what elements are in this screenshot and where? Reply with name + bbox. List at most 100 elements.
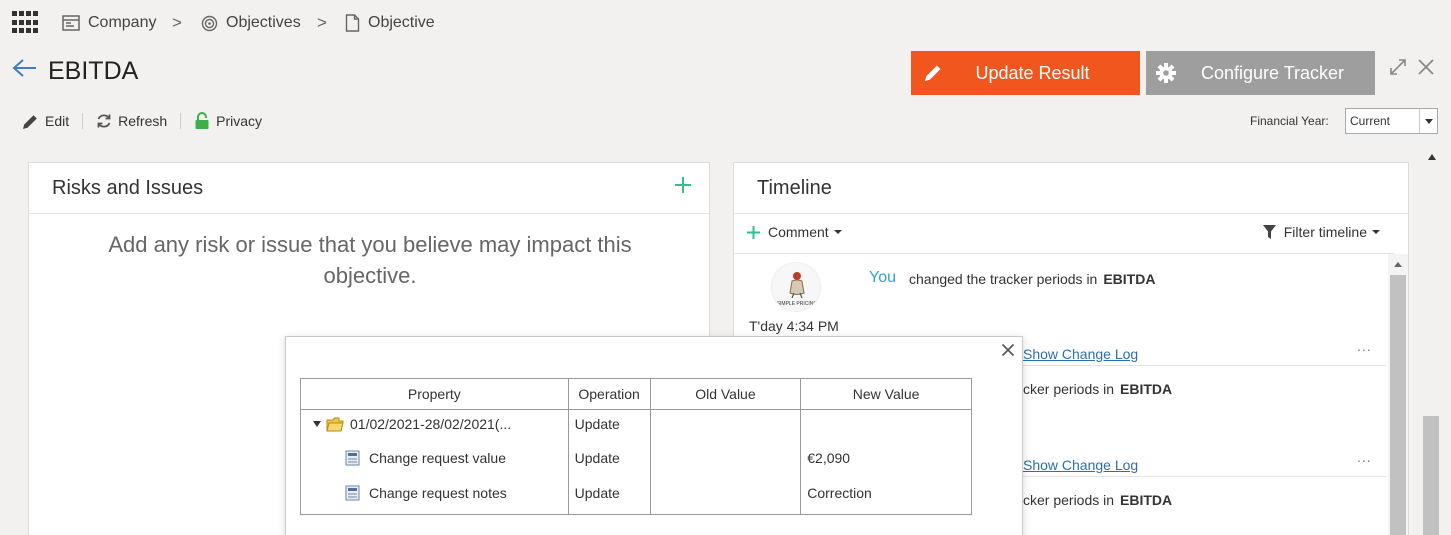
breadcrumb-label: Objectives bbox=[226, 14, 301, 31]
filter-timeline-button[interactable]: Filter timeline bbox=[1262, 224, 1380, 240]
financial-year-value: Current bbox=[1350, 114, 1391, 128]
privacy-button[interactable]: Privacy bbox=[194, 112, 262, 130]
add-risk-plus-icon[interactable] bbox=[674, 176, 692, 194]
breadcrumb-objective[interactable]: Objective bbox=[345, 14, 435, 32]
scroll-up-arrow-icon[interactable] bbox=[1393, 261, 1403, 268]
new-value-cell: Correction bbox=[800, 479, 972, 515]
show-change-log-link[interactable]: Show Change Log bbox=[1023, 346, 1138, 362]
configure-tracker-button[interactable]: Configure Tracker bbox=[1146, 51, 1375, 95]
operation-cell: Update bbox=[567, 479, 651, 515]
app-grid-icon[interactable] bbox=[12, 11, 38, 35]
close-icon[interactable] bbox=[1001, 343, 1015, 357]
risks-panel-header: Risks and Issues bbox=[29, 163, 709, 214]
timeline-target: EBITDA bbox=[1120, 492, 1173, 508]
collapse-triangle-icon[interactable] bbox=[313, 421, 321, 427]
edit-button[interactable]: Edit bbox=[22, 113, 69, 130]
refresh-icon bbox=[97, 114, 111, 128]
scroll-up-arrow-icon[interactable] bbox=[1427, 153, 1437, 161]
property-document-icon bbox=[345, 450, 360, 465]
operation-cell: Update bbox=[567, 409, 651, 445]
timeline-panel-title: Timeline bbox=[757, 177, 832, 199]
filter-timeline-label: Filter timeline bbox=[1283, 224, 1367, 240]
timeline-timestamp: T'day 4:34 PM bbox=[749, 318, 839, 334]
timeline-scrollbar-thumb[interactable] bbox=[1390, 275, 1406, 535]
top-bar: Company > Objectives > Objective bbox=[0, 0, 1451, 46]
new-value-cell: €2,090 bbox=[800, 444, 972, 480]
filter-funnel-icon bbox=[1262, 225, 1276, 239]
timeline-panel-header: Timeline bbox=[734, 163, 1408, 214]
pencil-icon bbox=[911, 51, 955, 95]
edit-label: Edit bbox=[45, 113, 70, 129]
user-avatar[interactable]: SIMPLE PRICING bbox=[771, 262, 821, 312]
property-document-icon bbox=[345, 485, 360, 500]
old-value-cell bbox=[649, 409, 802, 445]
timeline-entry-text: cker periods in EBITDA bbox=[1023, 381, 1172, 397]
document-icon bbox=[345, 14, 360, 32]
refresh-button[interactable]: Refresh bbox=[96, 113, 167, 129]
change-log-popup: Property Operation Old Value New Value 0… bbox=[285, 336, 1023, 535]
configure-tracker-label: Configure Tracker bbox=[1200, 62, 1345, 83]
privacy-label: Privacy bbox=[216, 113, 263, 129]
property-label: Change request notes bbox=[369, 484, 507, 501]
financial-year-label: Financial Year: bbox=[1250, 114, 1329, 128]
expand-icon[interactable] bbox=[1389, 58, 1407, 76]
breadcrumb-company[interactable]: Company bbox=[62, 14, 156, 32]
breadcrumb-objectives[interactable]: Objectives bbox=[201, 14, 301, 32]
property-label: 01/02/2021-28/02/2021(... bbox=[350, 416, 512, 432]
new-value-cell bbox=[800, 409, 972, 445]
toolbar-divider bbox=[82, 113, 84, 129]
timeline-scrollbar[interactable] bbox=[1388, 254, 1408, 535]
column-header-property: Property bbox=[300, 378, 569, 410]
show-change-log-link[interactable]: Show Change Log bbox=[1023, 457, 1138, 473]
breadcrumb-separator: > bbox=[317, 13, 327, 32]
breadcrumb-label: Objective bbox=[368, 14, 435, 31]
unlock-icon bbox=[195, 112, 209, 129]
more-options-icon[interactable]: ... bbox=[1357, 449, 1372, 465]
old-value-cell bbox=[649, 479, 802, 515]
toolbar-divider bbox=[180, 113, 182, 129]
timeline-entry-text: cker periods in EBITDA bbox=[1023, 492, 1172, 508]
comment-button[interactable]: Comment bbox=[746, 224, 842, 240]
timeline-action-text: cker periods in bbox=[1023, 492, 1115, 508]
risks-empty-message: Add any risk or issue that you believe m… bbox=[108, 232, 632, 288]
gear-icon bbox=[1146, 51, 1186, 95]
table-row: 01/02/2021-28/02/2021(... Update bbox=[300, 409, 972, 445]
timeline-entry-text: changed the tracker periods in EBITDA bbox=[909, 271, 1155, 287]
action-toolbar: Edit Refresh Privacy bbox=[22, 111, 262, 131]
column-header-old-value: Old Value bbox=[649, 378, 802, 410]
table-row: Change request value Update €2,090 bbox=[300, 444, 972, 480]
update-result-button[interactable]: Update Result bbox=[911, 51, 1140, 95]
page-scrollbar-thumb[interactable] bbox=[1423, 416, 1439, 535]
timeline-action-text: cker periods in bbox=[1023, 381, 1115, 397]
company-icon bbox=[62, 15, 80, 31]
back-arrow-icon[interactable] bbox=[12, 58, 38, 78]
old-value-cell bbox=[649, 444, 802, 480]
risks-panel-title: Risks and Issues bbox=[52, 177, 204, 199]
update-result-label: Update Result bbox=[975, 62, 1090, 83]
avatar-logo-text: SIMPLE PRICING bbox=[777, 301, 818, 307]
property-cell: 01/02/2021-28/02/2021(... bbox=[300, 409, 569, 445]
caret-down-icon bbox=[1372, 230, 1380, 234]
operation-cell: Update bbox=[567, 444, 651, 480]
timeline-target: EBITDA bbox=[1120, 381, 1173, 397]
timeline-action-text: changed the tracker periods in bbox=[909, 271, 1098, 287]
breadcrumb-label: Company bbox=[88, 14, 157, 31]
property-cell: Change request value bbox=[300, 444, 569, 480]
close-icon[interactable] bbox=[1417, 58, 1435, 76]
property-cell: Change request notes bbox=[300, 479, 569, 515]
target-icon bbox=[201, 15, 218, 31]
column-header-operation: Operation bbox=[567, 378, 651, 410]
table-row: Change request notes Update Correction bbox=[300, 479, 972, 515]
dropdown-arrow-icon bbox=[1419, 109, 1437, 133]
more-options-icon[interactable]: ... bbox=[1357, 338, 1372, 354]
table-header-row: Property Operation Old Value New Value bbox=[300, 378, 972, 410]
page-title: EBITDA bbox=[48, 57, 139, 85]
timeline-target: EBITDA bbox=[1103, 271, 1156, 287]
folder-icon bbox=[326, 417, 344, 431]
change-log-table: Property Operation Old Value New Value 0… bbox=[300, 378, 972, 515]
caret-down-icon bbox=[833, 230, 842, 234]
breadcrumb-separator: > bbox=[172, 13, 182, 32]
timeline-actor[interactable]: You bbox=[869, 269, 896, 287]
plus-icon bbox=[747, 225, 760, 239]
financial-year-select[interactable]: Current bbox=[1345, 108, 1438, 134]
